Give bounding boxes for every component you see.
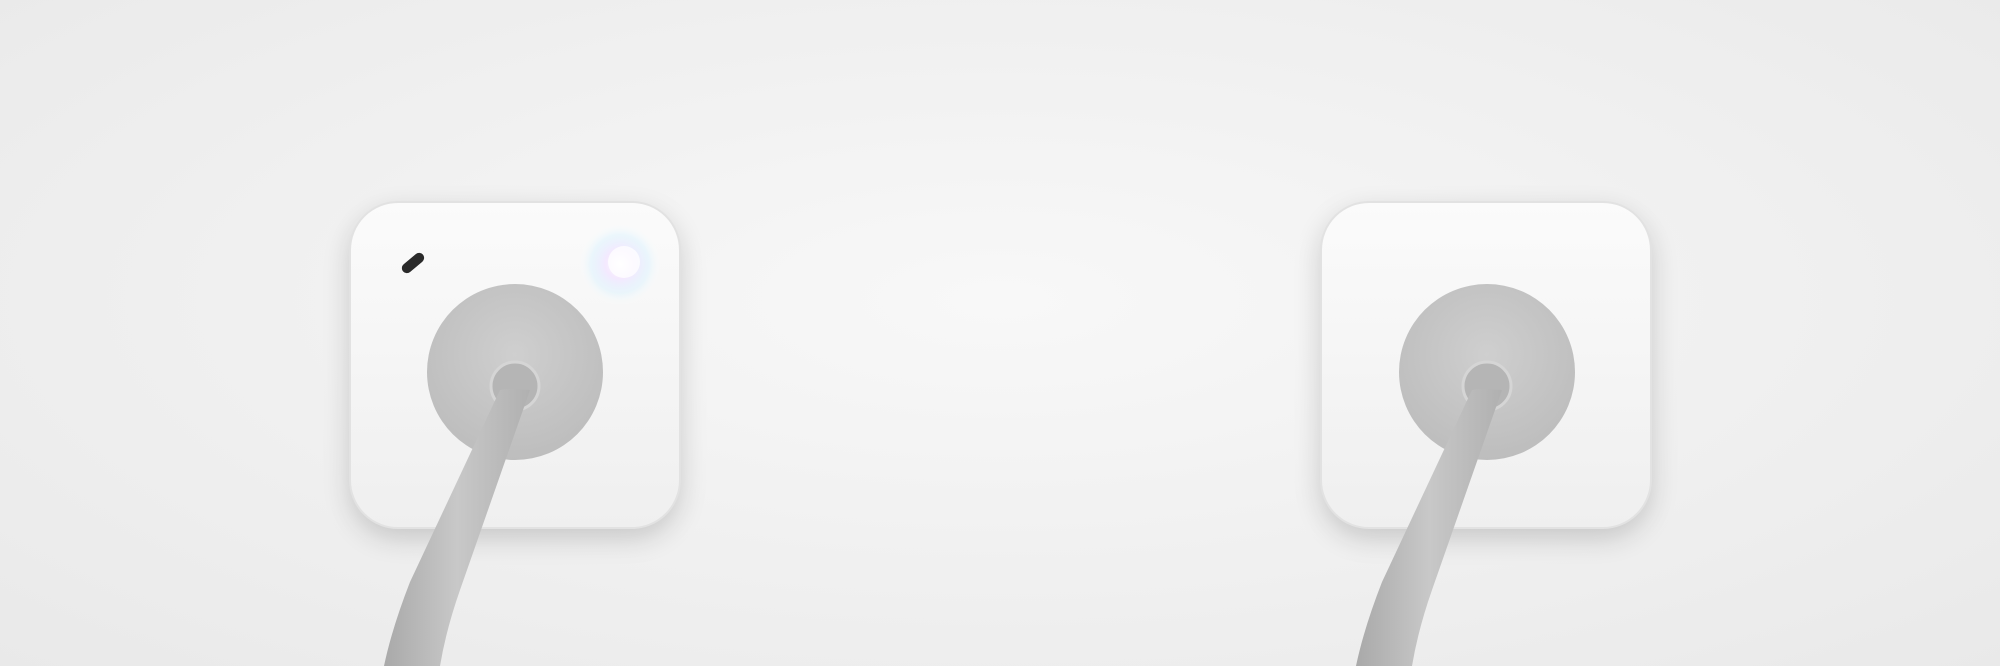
smart-plug-right: [1320, 201, 1652, 666]
smart-plug-left: [349, 201, 681, 666]
scene-svg: [349, 201, 1652, 666]
photo-scene: [0, 0, 2000, 666]
